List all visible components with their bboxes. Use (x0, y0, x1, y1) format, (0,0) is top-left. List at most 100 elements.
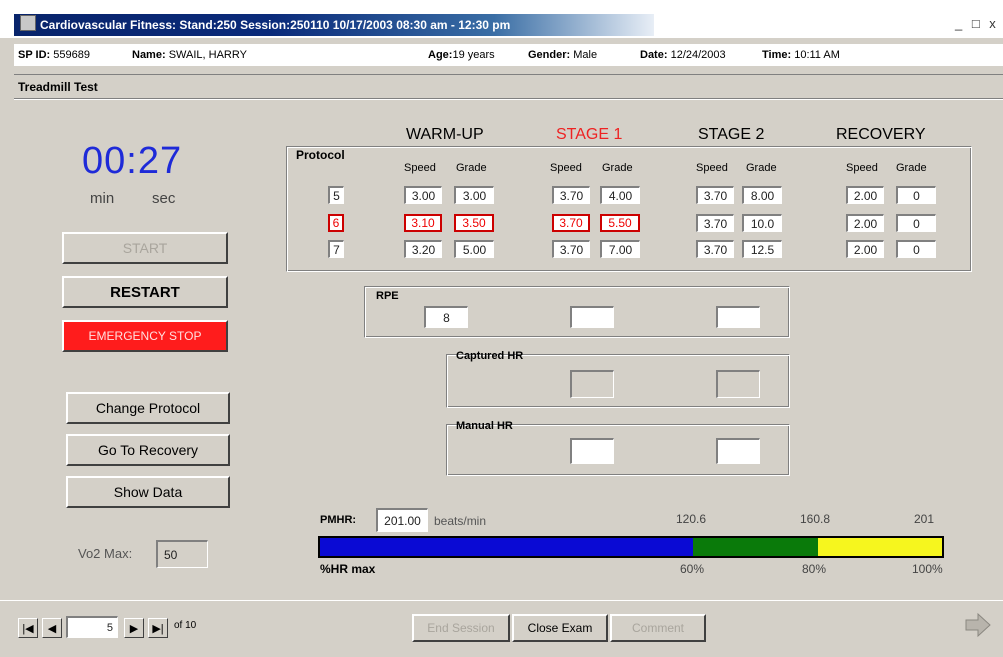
timer-sec-label: sec (152, 190, 176, 207)
stage2-grade-label: Grade (746, 162, 777, 174)
stage1-speed-label: Speed (550, 162, 582, 174)
warmup-grade-field: 5.00 (454, 240, 494, 258)
elapsed-timer: 00:27 (82, 140, 183, 182)
age-label: Age: (428, 49, 453, 61)
manual-hr-label: Manual HR (456, 420, 513, 432)
rpe-stage2-input[interactable] (716, 306, 760, 328)
hr-max-bar-label: %HR max (320, 562, 376, 576)
recovery-grade-label: Grade (896, 162, 927, 174)
hr-bar-segment-green (693, 538, 818, 556)
stage1-grade-field: 4.00 (600, 186, 640, 204)
date-label: Date: (640, 49, 668, 61)
warmup-speed-field: 3.20 (404, 240, 442, 258)
date-value: 12/24/2003 (670, 49, 726, 61)
record-count-label: of 10 (174, 620, 197, 631)
stage-header-stage1: STAGE 1 (556, 126, 623, 143)
time-value: 10:11 AM (794, 49, 840, 61)
pct-80-label: 80% (802, 562, 827, 576)
hr-bar-segment-blue (320, 538, 694, 556)
protocol-header: Protocol (296, 148, 345, 162)
stage1-speed-field: 3.70 (552, 186, 590, 204)
go-to-recovery-button[interactable]: Go To Recovery (66, 434, 230, 466)
hr-mark-100: 201 (914, 512, 935, 526)
recovery-speed-field: 2.00 (846, 186, 884, 204)
emergency-stop-button[interactable]: EMERGENCY STOP (62, 320, 228, 352)
warmup-speed-field: 3.10 (404, 214, 442, 232)
rpe-label: RPE (376, 290, 399, 302)
stage-header-stage2: STAGE 2 (698, 126, 765, 143)
close-exam-button[interactable]: Close Exam (512, 614, 608, 642)
first-record-icon[interactable]: |◀ (18, 618, 38, 638)
exit-arrow-svg (965, 612, 991, 638)
gender-label: Gender: (528, 49, 571, 61)
gender-value: Male (573, 49, 598, 61)
stage2-speed-field: 3.70 (696, 214, 734, 232)
show-data-button[interactable]: Show Data (66, 476, 230, 508)
recovery-speed-label: Speed (846, 162, 878, 174)
hr-bar-segment-yellow (817, 538, 942, 556)
stage2-speed-label: Speed (696, 162, 728, 174)
prev-record-icon[interactable]: ◀ (42, 618, 62, 638)
stage2-grade-field: 8.00 (742, 186, 782, 204)
stage1-grade-field: 5.50 (600, 214, 640, 232)
captured-hr-stage1-field (570, 370, 614, 398)
warmup-grade-field: 3.00 (454, 186, 494, 204)
stage2-speed-field: 3.70 (696, 186, 734, 204)
protocol-option[interactable]: 7 (328, 240, 344, 258)
time-label: Time: (762, 49, 792, 61)
section-title: Treadmill Test (18, 80, 98, 94)
manual-hr-stage1-input[interactable] (570, 438, 614, 464)
patient-info-bar: SP ID: 559689 Name: SWAIL, HARRY Age:19 … (14, 44, 1003, 66)
age-value: 19 years (452, 49, 495, 61)
app-icon (20, 15, 36, 31)
sp-id-label: SP ID: (18, 49, 51, 61)
recovery-speed-field: 2.00 (846, 214, 884, 232)
manual-hr-stage2-input[interactable] (716, 438, 760, 464)
captured-hr-stage2-field (716, 370, 760, 398)
window-title: Cardiovascular Fitness: Stand:250 Sessio… (14, 14, 654, 36)
window-title-text: Cardiovascular Fitness: Stand:250 Sessio… (40, 18, 511, 32)
restart-button[interactable]: RESTART (62, 276, 228, 308)
start-button[interactable]: START (62, 232, 228, 264)
exit-arrow-icon[interactable] (962, 610, 992, 640)
stage1-grade-label: Grade (602, 162, 633, 174)
warmup-speed-field: 3.00 (404, 186, 442, 204)
last-record-icon[interactable]: ▶| (148, 618, 168, 638)
comment-button[interactable]: Comment (610, 614, 706, 642)
stage2-grade-field: 12.5 (742, 240, 782, 258)
end-session-button[interactable]: End Session (412, 614, 510, 642)
stage2-speed-field: 3.70 (696, 240, 734, 258)
warmup-grade-label: Grade (456, 162, 487, 174)
protocol-option-selected[interactable]: 6 (328, 214, 344, 232)
pmhr-label: PMHR: (320, 514, 357, 526)
recovery-grade-field: 0 (896, 186, 936, 204)
stage2-grade-field: 10.0 (742, 214, 782, 232)
stage1-grade-field: 7.00 (600, 240, 640, 258)
warmup-grade-field: 3.50 (454, 214, 494, 232)
warmup-speed-label: Speed (404, 162, 436, 174)
record-number-input[interactable]: 5 (66, 616, 118, 638)
section-divider (14, 98, 1003, 100)
timer-min-label: min (90, 190, 115, 207)
hr-mark-80: 160.8 (800, 512, 831, 526)
stage1-speed-field: 3.70 (552, 240, 590, 258)
rpe-stage1-input[interactable] (570, 306, 614, 328)
name-value: SWAIL, HARRY (168, 49, 247, 61)
captured-hr-label: Captured HR (456, 350, 524, 362)
pmhr-value: 201.00 (376, 508, 428, 532)
pmhr-unit: beats/min (434, 514, 487, 528)
protocol-option[interactable]: 5 (328, 186, 344, 204)
vo2-max-field: 50 (156, 540, 208, 568)
vo2-max-label: Vo2 Max: (78, 546, 133, 561)
window-controls[interactable]: _ □ x (955, 16, 999, 31)
stage1-speed-field: 3.70 (552, 214, 590, 232)
recovery-grade-field: 0 (896, 214, 936, 232)
hr-max-bar (318, 536, 944, 558)
next-record-icon[interactable]: ▶ (124, 618, 144, 638)
name-label: Name: (132, 49, 166, 61)
sp-id-value: 559689 (53, 49, 90, 61)
rpe-warmup-input[interactable]: 8 (424, 306, 468, 328)
pct-60-label: 60% (680, 562, 705, 576)
change-protocol-button[interactable]: Change Protocol (66, 392, 230, 424)
pct-100-label: 100% (912, 562, 943, 576)
